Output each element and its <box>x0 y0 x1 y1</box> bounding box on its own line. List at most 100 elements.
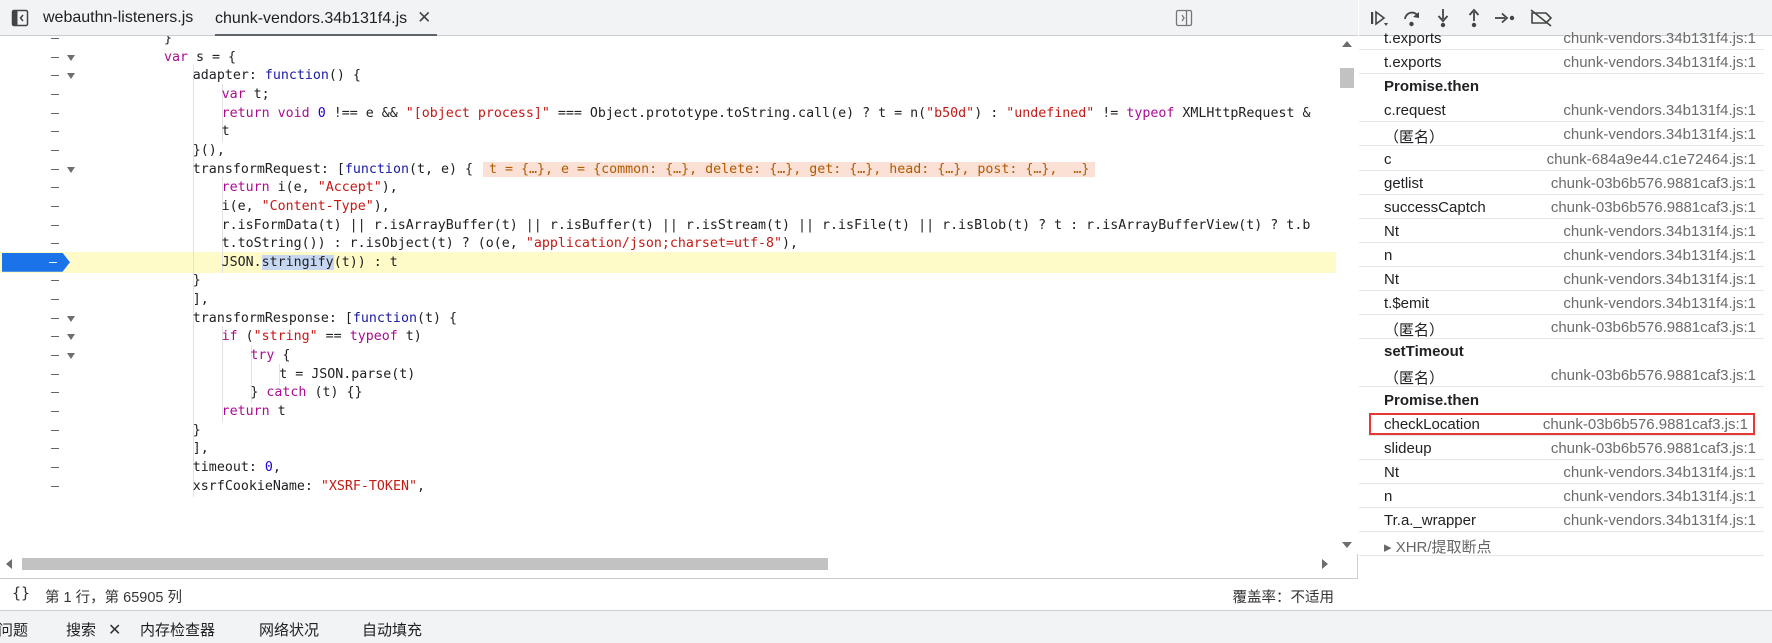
call-frame[interactable]: Nt chunk-vendors.34b131f4.js:1 <box>1359 219 1764 243</box>
call-frame-location[interactable]: chunk-03b6b576.9881caf3.js:1 <box>1551 440 1756 457</box>
call-frame-name: ▸ XHR/提取断点 <box>1384 539 1492 557</box>
sidebar-toggle-icon[interactable] <box>11 9 29 27</box>
call-frame-name: c.request <box>1384 102 1446 120</box>
call-frame-location[interactable]: chunk-vendors.34b131f4.js:1 <box>1563 512 1756 529</box>
scroll-thumb[interactable] <box>22 558 828 570</box>
drawer-tab-memory-inspector[interactable]: 内存检查器 <box>140 619 215 640</box>
call-frame[interactable]: （匿名） chunk-03b6b576.9881caf3.js:1 <box>1359 363 1764 388</box>
call-stack-list: t.exports chunk-vendors.34b131f4.js:1 t.ex… <box>1359 32 1772 610</box>
call-frame[interactable]: c.request chunk-vendors.34b131f4.js:1 <box>1359 98 1764 123</box>
drawer-tab-search[interactable]: 搜索 ✕ <box>66 619 121 640</box>
selected-text: stringify <box>261 254 334 270</box>
horizontal-scrollbar[interactable] <box>0 554 1336 574</box>
call-frame-location[interactable]: chunk-vendors.34b131f4.js:1 <box>1563 488 1756 505</box>
editor-statusbar: {} 第 1 行，第 65905 列 覆盖率：不适用 <box>0 578 1358 610</box>
call-frame-location[interactable]: chunk-vendors.34b131f4.js:1 <box>1563 247 1756 264</box>
call-frame[interactable]: c chunk-684a9e44.c1e72464.js:1 <box>1359 147 1764 171</box>
scroll-left-icon[interactable] <box>6 559 12 569</box>
call-frame-name: setTimeout <box>1384 343 1464 361</box>
drawer-tab-label: 内存检查器 <box>140 622 216 639</box>
code-fragment: JSON. <box>221 254 262 270</box>
drawer-tabbar: 问题 搜索 ✕ 内存检查器 网络状况 自动填充 <box>0 610 1772 643</box>
code-editor[interactable]: –} – var s = {– adapter: function() {– var t… <box>0 36 1336 554</box>
call-frame-location[interactable]: chunk-03b6b576.9881caf3.js:1 <box>1551 367 1756 384</box>
close-icon[interactable]: ✕ <box>417 0 431 36</box>
inline-variable-values: t = {…}, e = {common: {…}, delete: {…}, … <box>483 161 1096 177</box>
tab-webauthn-listeners[interactable]: webauthn-listeners.js <box>43 0 193 36</box>
call-frame-name: （匿名） <box>1384 129 1445 147</box>
call-frame[interactable]: successCaptch chunk-03b6b576.9881caf3.js:… <box>1359 195 1764 219</box>
scroll-right-icon[interactable] <box>1322 559 1328 569</box>
call-frame-location[interactable]: chunk-vendors.34b131f4.js:1 <box>1563 464 1756 481</box>
drawer-tab-issues[interactable]: 问题 <box>0 619 28 640</box>
call-frame-name: t.$emit <box>1384 295 1430 313</box>
call-frame-selected[interactable]: checkLocation chunk-03b6b576.9881caf3.js:… <box>1368 412 1756 436</box>
scroll-down-icon[interactable] <box>1342 542 1352 548</box>
drawer-tab-autofill[interactable]: 自动填充 <box>362 619 422 640</box>
step-over-icon[interactable] <box>1401 8 1423 28</box>
call-frame[interactable]: ▸ XHR/提取断点 <box>1359 532 1764 557</box>
tab-label: chunk-vendors.34b131f4.js <box>215 10 408 27</box>
fold-toggle-icon[interactable] <box>67 315 75 322</box>
call-frame-name: checkLocation <box>1384 415 1480 433</box>
call-frame-location[interactable]: chunk-03b6b576.9881caf3.js:1 <box>1543 416 1748 433</box>
vertical-scrollbar[interactable] <box>1336 36 1358 554</box>
call-frame[interactable]: t.$emit chunk-vendors.34b131f4.js:1 <box>1359 291 1764 316</box>
call-frame[interactable]: getlist chunk-03b6b576.9881caf3.js:1 <box>1359 171 1764 195</box>
debugger-toolbar <box>1359 0 1772 36</box>
code-line[interactable]: – xsrfCookieName: "XSRF-TOKEN", <box>0 475 1336 497</box>
call-frame[interactable]: Nt chunk-vendors.34b131f4.js:1 <box>1359 267 1764 292</box>
scroll-thumb[interactable] <box>1340 68 1354 88</box>
line-dash[interactable]: – <box>50 476 60 497</box>
call-frame-location[interactable]: chunk-03b6b576.9881caf3.js:1 <box>1551 199 1756 216</box>
tab-label: webauthn-listeners.js <box>43 9 194 26</box>
call-frame[interactable]: （匿名） chunk-vendors.34b131f4.js:1 <box>1359 122 1764 147</box>
call-frame-location[interactable]: chunk-vendors.34b131f4.js:1 <box>1563 223 1756 240</box>
call-frame-name: （匿名） <box>1384 322 1445 340</box>
step-icon[interactable] <box>1494 8 1516 28</box>
pretty-print-button[interactable]: {} <box>12 584 30 602</box>
drawer-tab-network-conditions[interactable]: 网络状况 <box>259 619 319 640</box>
call-frame-location[interactable]: chunk-684a9e44.c1e72464.js:1 <box>1547 151 1756 168</box>
panel-toggle-icon[interactable] <box>1175 9 1193 27</box>
call-frame[interactable]: n chunk-vendors.34b131f4.js:1 <box>1359 243 1764 267</box>
call-frame-location[interactable]: chunk-03b6b576.9881caf3.js:1 <box>1551 319 1756 336</box>
call-frame-location[interactable]: chunk-vendors.34b131f4.js:1 <box>1563 102 1756 119</box>
fold-toggle-icon[interactable] <box>67 73 75 80</box>
call-frame-name: t.exports <box>1384 54 1442 72</box>
call-frame[interactable]: t.exports chunk-vendors.34b131f4.js:1 <box>1359 32 1764 51</box>
fold-toggle-icon[interactable] <box>67 334 75 341</box>
step-into-icon[interactable] <box>1432 8 1454 28</box>
call-frame-location[interactable]: chunk-03b6b576.9881caf3.js:1 <box>1551 175 1756 192</box>
tab-chunk-vendors[interactable]: chunk-vendors.34b131f4.js ✕ <box>215 0 438 36</box>
fold-toggle-icon[interactable] <box>67 166 75 173</box>
async-separator: setTimeout <box>1359 339 1764 363</box>
drawer-tab-label: 自动填充 <box>362 622 423 639</box>
call-frame-location[interactable]: chunk-vendors.34b131f4.js:1 <box>1563 32 1756 47</box>
close-icon[interactable]: ✕ <box>108 622 121 639</box>
call-frame[interactable]: slideup chunk-03b6b576.9881caf3.js:1 <box>1359 436 1764 460</box>
code-fragment: (t)) : t <box>333 254 398 270</box>
call-frame[interactable]: （匿名） chunk-03b6b576.9881caf3.js:1 <box>1359 315 1764 340</box>
fold-toggle-icon[interactable] <box>67 54 75 61</box>
scroll-up-icon[interactable] <box>1342 41 1352 47</box>
step-out-icon[interactable] <box>1463 8 1485 28</box>
resume-icon[interactable] <box>1369 8 1391 28</box>
call-frame-location[interactable]: chunk-vendors.34b131f4.js:1 <box>1563 126 1756 143</box>
call-frame[interactable]: t.exports chunk-vendors.34b131f4.js:1 <box>1359 50 1764 75</box>
call-frame-location[interactable]: chunk-vendors.34b131f4.js:1 <box>1563 54 1756 71</box>
editor-pane: webauthn-listeners.js chunk-vendors.34b1… <box>0 0 1358 610</box>
deactivate-breakpoints-icon[interactable] <box>1528 8 1554 28</box>
call-frame-location[interactable]: chunk-vendors.34b131f4.js:1 <box>1563 295 1756 312</box>
call-frame[interactable]: n chunk-vendors.34b131f4.js:1 <box>1359 484 1764 508</box>
call-frame-name: slideup <box>1384 439 1432 457</box>
call-frame-location[interactable]: chunk-vendors.34b131f4.js:1 <box>1563 271 1756 288</box>
code-text: xsrfCookieName: "XSRF-TOKEN", <box>192 478 425 494</box>
call-frame[interactable]: Tr.a._wrapper chunk-vendors.34b131f4.js:1 <box>1359 508 1764 533</box>
editor-tabbar: webauthn-listeners.js chunk-vendors.34b1… <box>0 0 1358 36</box>
call-frame-name: Promise.then <box>1384 78 1480 96</box>
breakpoint-marker[interactable]: – <box>2 252 70 272</box>
drawer-tab-label: 网络状况 <box>259 622 320 639</box>
call-frame[interactable]: Nt chunk-vendors.34b131f4.js:1 <box>1359 460 1764 484</box>
fold-toggle-icon[interactable] <box>67 353 75 360</box>
